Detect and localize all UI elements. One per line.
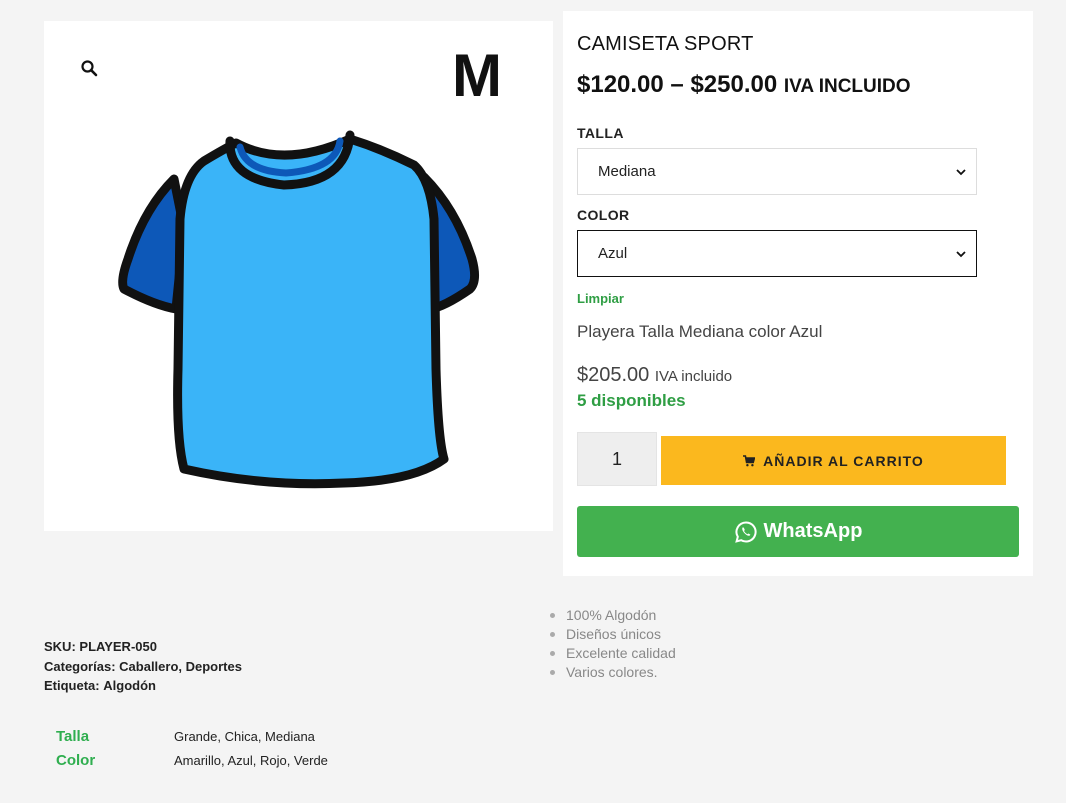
categories-value[interactable]: Caballero, Deportes xyxy=(119,659,242,674)
talla-select[interactable]: Mediana xyxy=(577,148,977,195)
stock-status: 5 disponibles xyxy=(577,391,686,410)
variation-description: Playera Talla Mediana color Azul xyxy=(577,322,823,341)
attributes-table: Talla Grande, Chica, Mediana Color Amari… xyxy=(56,724,328,772)
sku-row: SKU: PLAYER-050 xyxy=(44,637,242,657)
attribute-value: Amarillo, Azul, Rojo, Verde xyxy=(174,752,328,768)
variation-price: $205.00 IVA incluido xyxy=(577,364,732,387)
variation-price-amount: $205.00 xyxy=(577,364,650,386)
variation-price-suffix: IVA incluido xyxy=(654,368,733,385)
whatsapp-icon xyxy=(734,520,757,543)
tshirt-icon[interactable] xyxy=(114,109,484,489)
list-item: Excelente calidad xyxy=(549,644,676,663)
list-item: Diseños únicos xyxy=(549,625,676,644)
whatsapp-label: WhatsApp xyxy=(763,520,863,542)
list-item: Varios colores. xyxy=(549,663,676,682)
attribute-value: Grande, Chica, Mediana xyxy=(174,728,315,744)
search-icon[interactable] xyxy=(80,59,98,77)
table-row: Talla Grande, Chica, Mediana xyxy=(56,724,328,748)
product-title: CAMISETA SPORT xyxy=(577,33,754,55)
sku-label: SKU: xyxy=(44,639,76,654)
sku-value: PLAYER-050 xyxy=(79,639,157,654)
talla-select-value: Mediana xyxy=(598,163,656,180)
whatsapp-button[interactable]: WhatsApp xyxy=(577,506,1019,557)
color-select-value: Azul xyxy=(598,245,628,262)
table-row: Color Amarillo, Azul, Rojo, Verde xyxy=(56,748,328,772)
price-range: $120.00 – $250.00 IVA INCLUIDO xyxy=(577,71,911,99)
attribute-name: Color xyxy=(56,751,96,769)
price-range-suffix: IVA INCLUIDO xyxy=(783,76,911,97)
tag-row: Etiqueta: Algodón xyxy=(44,676,242,696)
product-summary: CAMISETA SPORT $120.00 – $250.00 IVA INC… xyxy=(563,11,1033,576)
talla-label: TALLA xyxy=(577,125,624,141)
color-label: COLOR xyxy=(577,207,630,223)
chevron-down-icon xyxy=(956,168,966,175)
list-item: 100% Algodón xyxy=(549,606,676,625)
chevron-down-icon xyxy=(956,250,966,257)
product-meta: SKU: PLAYER-050 Categorías: Caballero, D… xyxy=(44,637,242,696)
attribute-name: Talla xyxy=(56,727,90,745)
add-to-cart-label: AÑADIR AL CARRITO xyxy=(763,452,924,469)
price-range-amount: $120.00 – $250.00 xyxy=(577,71,778,98)
cart-icon xyxy=(743,454,756,466)
tag-value[interactable]: Algodón xyxy=(103,678,156,693)
color-select[interactable]: Azul xyxy=(577,230,977,277)
product-gallery: M xyxy=(44,21,553,531)
feature-list: 100% Algodón Diseños únicos Excelente ca… xyxy=(549,606,676,682)
categories-label: Categorías: xyxy=(44,658,116,674)
categories-row: Categorías: Caballero, Deportes xyxy=(44,657,242,677)
quantity-input[interactable]: 1 xyxy=(577,432,657,486)
add-to-cart-button[interactable]: AÑADIR AL CARRITO xyxy=(661,436,1006,485)
clear-selection-link[interactable]: Limpiar xyxy=(577,291,624,306)
size-badge: M xyxy=(452,42,502,109)
tag-label: Etiqueta: xyxy=(44,678,100,693)
